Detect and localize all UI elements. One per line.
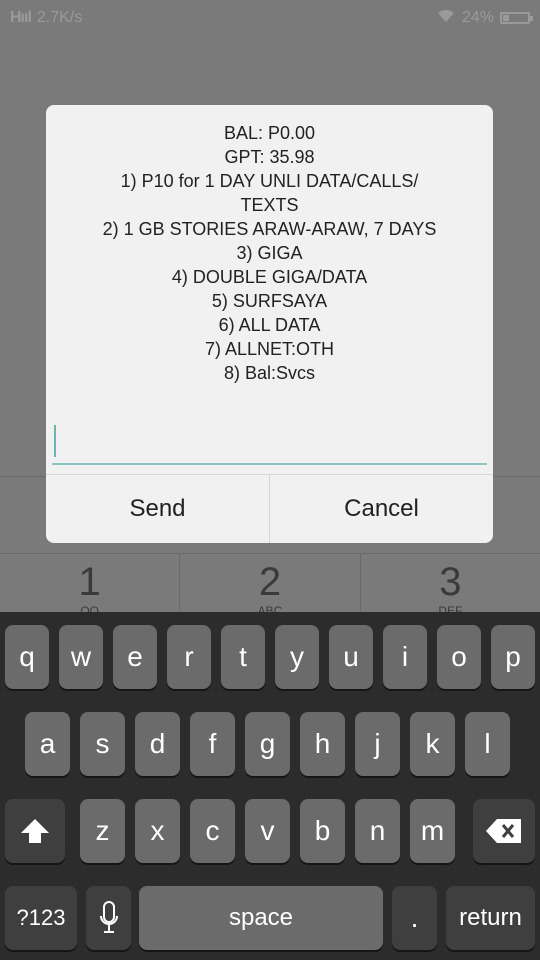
reply-input-wrap — [52, 423, 493, 465]
key-m[interactable]: m — [410, 799, 455, 863]
key-g[interactable]: g — [245, 712, 290, 776]
status-right: 24% — [436, 9, 533, 28]
message-line: 8) Bal:Svcs — [223, 363, 316, 383]
dialer-keypad: 1 OO 2 ABC 3 DEF — [0, 553, 540, 618]
key-s[interactable]: s — [80, 712, 125, 776]
key-d[interactable]: d — [135, 712, 180, 776]
signal-indicator: Hııl — [10, 9, 32, 26]
key-h[interactable]: h — [300, 712, 345, 776]
message-line: 2) 1 GB STORIES ARAW-ARAW, 7 DAYS — [102, 219, 437, 239]
key-f[interactable]: f — [190, 712, 235, 776]
key-v[interactable]: v — [245, 799, 290, 863]
shift-key[interactable] — [5, 799, 65, 863]
message-line: BAL: P0.00 — [223, 123, 316, 143]
key-k[interactable]: k — [410, 712, 455, 776]
message-line: 1) P10 for 1 DAY UNLI DATA/CALLS/ — [120, 171, 419, 191]
ussd-dialog: BAL: P0.00 GPT: 35.98 1) P10 for 1 DAY U… — [46, 105, 493, 543]
dialog-buttons: Send Cancel — [46, 474, 493, 543]
key-c[interactable]: c — [190, 799, 235, 863]
microphone-icon — [99, 901, 119, 935]
message-line: 7) ALLNET:OTH — [204, 339, 335, 359]
key-a[interactable]: a — [25, 712, 70, 776]
key-w[interactable]: w — [59, 625, 103, 689]
wifi-icon — [436, 9, 456, 28]
backspace-key[interactable] — [473, 799, 535, 863]
numbers-key[interactable]: ?123 — [5, 886, 77, 950]
message-line: 5) SURFSAYA — [211, 291, 328, 311]
mic-key[interactable] — [86, 886, 131, 950]
key-i[interactable]: i — [383, 625, 427, 689]
return-key[interactable]: return — [446, 886, 535, 950]
dial-key-3[interactable]: 3 DEF — [361, 554, 540, 618]
status-left: Hııl 2.7K/s — [10, 9, 82, 27]
key-l[interactable]: l — [465, 712, 510, 776]
message-line: GPT: 35.98 — [224, 147, 315, 167]
message-line: TEXTS — [240, 195, 299, 215]
key-y[interactable]: y — [275, 625, 319, 689]
key-e[interactable]: e — [113, 625, 157, 689]
key-o[interactable]: o — [437, 625, 481, 689]
key-j[interactable]: j — [355, 712, 400, 776]
key-n[interactable]: n — [355, 799, 400, 863]
cancel-button[interactable]: Cancel — [269, 475, 493, 543]
key-p[interactable]: p — [491, 625, 535, 689]
key-z[interactable]: z — [80, 799, 125, 863]
backspace-icon — [485, 818, 523, 844]
message-line: 6) ALL DATA — [218, 315, 321, 335]
battery-icon — [500, 12, 533, 24]
key-b[interactable]: b — [300, 799, 345, 863]
battery-percent: 24% — [461, 9, 494, 26]
dial-key-1[interactable]: 1 OO — [0, 554, 181, 618]
key-x[interactable]: x — [135, 799, 180, 863]
key-t[interactable]: t — [221, 625, 265, 689]
shift-icon — [19, 817, 51, 845]
key-r[interactable]: r — [167, 625, 211, 689]
dial-key-2[interactable]: 2 ABC — [180, 554, 361, 618]
network-speed: 2.7K/s — [36, 9, 83, 26]
ussd-message: BAL: P0.00 GPT: 35.98 1) P10 for 1 DAY U… — [46, 121, 493, 385]
keyboard: q w e r t y u i o p a s d f g h j k l z … — [0, 612, 540, 960]
space-key[interactable]: space — [139, 886, 383, 950]
period-key[interactable]: . — [392, 886, 437, 950]
reply-input[interactable] — [52, 423, 493, 463]
key-q[interactable]: q — [5, 625, 49, 689]
status-bar: Hııl 2.7K/s 24% — [0, 0, 540, 36]
message-line: 4) DOUBLE GIGA/DATA — [171, 267, 368, 287]
send-button[interactable]: Send — [46, 475, 269, 543]
message-line: 3) GIGA — [236, 243, 303, 263]
key-u[interactable]: u — [329, 625, 373, 689]
